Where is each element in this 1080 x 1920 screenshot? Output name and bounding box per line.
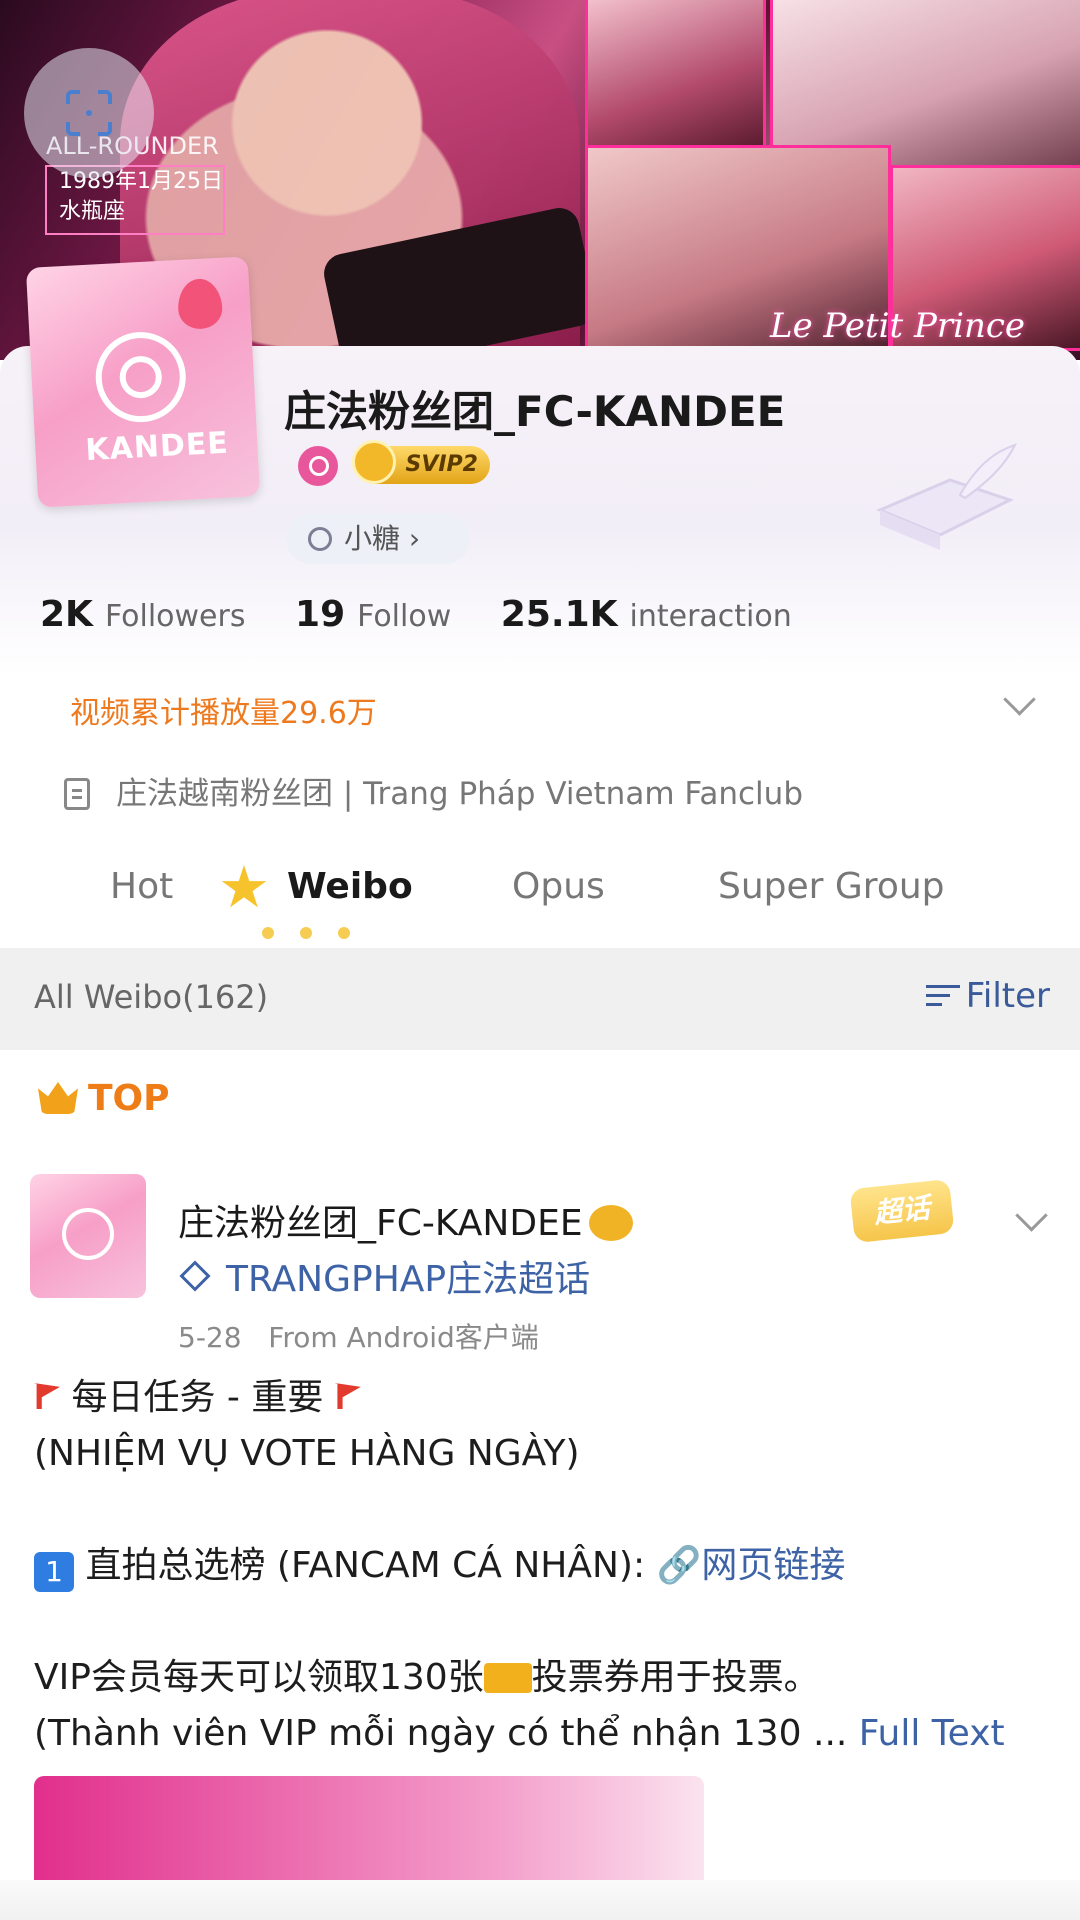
profile-avatar[interactable]: KANDEE [25, 256, 261, 508]
post-meta: 5-28 From Android客户端 [178, 1316, 539, 1356]
post-topic-link[interactable]: TRANGPHAP庄法超话 [178, 1250, 590, 1302]
cover-photo-1 [585, 0, 766, 150]
svip-badge[interactable]: SVIP2 [352, 440, 490, 484]
tab-hot[interactable]: Hot [110, 866, 173, 907]
tab-opus[interactable]: Opus [512, 866, 605, 907]
candy-button[interactable]: 小糖 › [286, 514, 470, 564]
weibo-count: All Weibo(162) [34, 978, 269, 1016]
svip-label: SVIP2 [405, 452, 479, 477]
follow-stat[interactable]: 19 Follow [295, 594, 451, 635]
post-line-2: (NHIỆM VỤ VOTE HÀNG NGÀY) [34, 1433, 580, 1474]
post-line-1: 每日任务 - 重要 [34, 1370, 1044, 1426]
active-tab-indicator [262, 924, 376, 943]
red-flag-icon [34, 1383, 60, 1409]
avatar-brand-text: KANDEE [84, 425, 230, 469]
document-icon [64, 778, 90, 810]
video-plays-text: 视频累计播放量29.6万 [70, 696, 377, 731]
bottom-nav [0, 1880, 1080, 1920]
filter-label: Filter [965, 976, 1050, 1016]
post-menu-chevron-icon[interactable] [1015, 1199, 1048, 1232]
super-topic-badge[interactable]: 超话 [849, 1178, 955, 1244]
description-text: 庄法越南粉丝团 | Trang Pháp Vietnam Fanclub [116, 776, 803, 812]
crown-icon [352, 440, 396, 484]
post-author-name[interactable]: 庄法粉丝团_FC-KANDEE [178, 1194, 633, 1246]
candy-label: 小糖 › [344, 522, 421, 555]
scan-button[interactable] [24, 48, 154, 178]
full-text-link[interactable]: Full Text [859, 1713, 1005, 1754]
profile-tabs: Hot Weibo Opus Super Group [0, 852, 1080, 948]
weibo-filter-bar: All Weibo(162) Filter [0, 948, 1080, 1050]
fanclub-logo-small [62, 1208, 114, 1260]
followers-stat[interactable]: 2K Followers [40, 594, 245, 635]
scan-icon [66, 90, 112, 136]
pinned-crown-icon [38, 1082, 78, 1114]
profile-description: 庄法越南粉丝团 | Trang Pháp Vietnam Fanclub [64, 768, 803, 813]
filter-button[interactable]: Filter [925, 976, 1050, 1016]
book-quill-icon [876, 443, 1017, 550]
interaction-stat[interactable]: 25.1K interaction [501, 594, 792, 635]
post-source: From Android客户端 [268, 1321, 539, 1354]
strawberry-sticker [176, 277, 224, 331]
keycap-one-icon: 1 [34, 1552, 74, 1592]
post-line-4: VIP会员每天可以领取130张 投票券用于投票。 [34, 1657, 820, 1698]
cover-signature: Le Petit Prince [770, 306, 1026, 346]
tab-weibo[interactable]: Weibo [287, 866, 413, 907]
post-author-avatar[interactable] [30, 1174, 146, 1298]
diamond-icon [179, 1260, 211, 1292]
post-line-3: 1 直拍总选榜 (FANCAM CÁ NHÂN): 🔗网页链接 [34, 1538, 1044, 1594]
profile-name: 庄法粉丝团_FC-KANDEE [284, 387, 786, 436]
pinned-label: TOP [38, 1078, 170, 1119]
web-link[interactable]: 🔗网页链接 [657, 1545, 846, 1586]
post-line-5: (Thành viên VIP mỗi ngày có thể nhận 130… [34, 1713, 1005, 1754]
active-tab-star-icon: ★ [218, 853, 270, 921]
lollipop-icon [308, 527, 332, 551]
red-flag-icon [334, 1383, 361, 1409]
post-image[interactable] [34, 1776, 704, 1886]
post-body: 每日任务 - 重要 (NHIỆM VỤ VOTE HÀNG NGÀY) 1 直拍… [34, 1370, 1044, 1762]
author-crown-icon [588, 1205, 633, 1241]
post-date: 5-28 [178, 1321, 242, 1354]
ticket-icon [483, 1663, 532, 1693]
tab-super-group[interactable]: Super Group [718, 866, 945, 907]
cover-tag-sign: 水瓶座 [59, 199, 126, 224]
profile-stats: 2K Followers 19 Follow 25.1K interaction [40, 594, 832, 635]
fanclub-logo [93, 329, 189, 425]
filter-icon [925, 983, 960, 1009]
verified-search-icon[interactable] [298, 446, 338, 486]
